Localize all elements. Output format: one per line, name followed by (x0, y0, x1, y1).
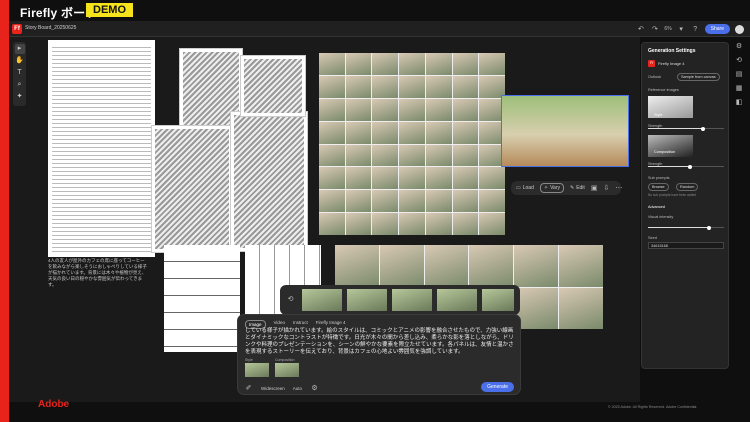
reference-label: Reference images (648, 88, 679, 92)
more-icon[interactable]: ⋯ (615, 184, 622, 193)
generated-thumbnail[interactable] (437, 289, 477, 311)
photo-collage[interactable] (319, 53, 505, 235)
prompt-references: Style Composition (245, 358, 299, 377)
settings-icon[interactable]: ⚙ (310, 384, 319, 393)
chevron-down-icon[interactable]: ▾ (677, 25, 686, 34)
adobe-logo: Adobe (38, 399, 70, 410)
zoom-icon[interactable]: ⌕ (15, 80, 25, 90)
random-button[interactable]: Random (676, 183, 699, 191)
assets-icon[interactable]: ▦ (736, 84, 743, 92)
hand-icon[interactable]: ✋ (15, 56, 25, 66)
outlook-label: Outlook (648, 75, 662, 79)
demo-badge: DEMO (86, 3, 133, 17)
title-bar: Firefly ボード DEMO (9, 0, 750, 20)
firefly-icon: Ff (648, 60, 655, 67)
download-icon[interactable]: ⇩ (603, 184, 609, 193)
app-toolbar: Ff Story Board_20250625 ↶ ↷ 6% ▾ ? Share (9, 21, 750, 37)
prompt-options: ✐ Widescreen Auto ⚙ (244, 384, 319, 393)
subprompts-hint: No sub prompts have been added (648, 193, 697, 197)
style-chip: Style (654, 113, 663, 117)
redo-icon[interactable]: ↷ (650, 25, 659, 34)
seed-label: Seed (648, 236, 657, 240)
advanced-label: Advanced (648, 205, 665, 209)
composition-chip: Composition (654, 150, 676, 154)
help-icon[interactable]: ? (691, 25, 700, 34)
appbar-actions: ↶ ↷ 6% ▾ ? Share (636, 24, 744, 34)
composition-strength-slider[interactable] (648, 164, 724, 169)
style-reference[interactable]: Style (245, 358, 269, 377)
manga-page[interactable] (240, 55, 306, 117)
manga-page[interactable] (151, 125, 233, 253)
generate-icon[interactable]: ✦ (15, 92, 25, 102)
generated-thumbnail[interactable] (302, 289, 342, 311)
generated-thumbnail[interactable] (392, 289, 432, 311)
image-action-toolbar: ▭ Load ✧ Vary ✎ Edit ▣ ⇩ ⋯ (511, 181, 622, 195)
prompt-box: Image Video Instruct Firefly Image 4 してい… (237, 314, 521, 395)
undo-icon[interactable]: ↶ (636, 25, 645, 34)
load-icon: ▭ (516, 185, 521, 191)
panel-title: Generation Settings (648, 48, 696, 54)
generation-settings-panel: Generation Settings Ff Firefly Image 4 Ou… (641, 42, 729, 369)
generation-history-strip: ⟲ (280, 285, 520, 315)
prompt-input[interactable]: している様子が描かれています。絵のスタイルは、コミックとアニメの影響を融合させた… (245, 328, 515, 356)
app-frame: Firefly ボード DEMO Ff Story Board_20250625… (0, 0, 750, 422)
zoom-level[interactable]: 6% (664, 26, 671, 32)
manga-page[interactable] (230, 111, 308, 252)
storyboard-sheet[interactable] (164, 245, 240, 352)
subprompts-label: Sub prompts (648, 176, 670, 180)
generate-button[interactable]: Generate (481, 382, 514, 392)
settings-icon[interactable]: ⚙ (736, 42, 742, 50)
document-title[interactable]: Story Board_20250625 (25, 25, 76, 31)
model-selector[interactable]: Ff Firefly Image 4 (648, 60, 684, 67)
aspect-ratio-select[interactable]: Widescreen (261, 386, 285, 391)
visual-intensity-slider[interactable] (648, 225, 724, 230)
text-icon[interactable]: T (15, 68, 25, 78)
aspect-mode-select[interactable]: Auto (293, 386, 302, 391)
avatar[interactable] (735, 24, 744, 34)
tool-palette: ▸ ✋ T ⌕ ✦ (13, 42, 26, 106)
text-document[interactable] (48, 40, 155, 257)
right-rail: ⚙ ⟲ ▤ ▦ ◧ (733, 42, 745, 106)
composition-reference[interactable]: Composition (275, 358, 299, 377)
copyright-text: © 2025 Adobe. All Rights Reserved. Adobe… (608, 405, 698, 409)
sample-from-canvas-button[interactable]: Sample from canvas (677, 73, 720, 81)
history-icon[interactable]: ⟲ (736, 56, 742, 64)
brush-icon[interactable]: ✐ (244, 384, 253, 393)
canvas-text-note[interactable]: 4人の友人が屋外のカフェの席に座ってコーヒーを飲みながら楽しそうにおしゃべりして… (48, 258, 148, 288)
firefly-logo-icon[interactable]: Ff (12, 24, 22, 34)
layers-icon[interactable]: ▤ (736, 70, 743, 78)
load-button[interactable]: ▭ Load (516, 185, 534, 191)
edit-button[interactable]: ✎ Edit (570, 185, 585, 191)
history-icon[interactable]: ⟲ (286, 295, 295, 304)
edit-icon: ✎ (569, 185, 575, 191)
brand-red-stripe (0, 0, 9, 422)
selected-image[interactable] (501, 95, 629, 167)
seed-input[interactable]: 34615168 (648, 242, 724, 249)
select-icon[interactable]: ▸ (14, 44, 25, 54)
panel-toggle-icon[interactable]: ◧ (736, 98, 743, 106)
vary-icon: ✧ (543, 185, 549, 191)
generated-thumbnail[interactable] (347, 289, 387, 311)
share-button[interactable]: Share (704, 24, 730, 34)
visual-intensity-label: Visual intensity (648, 215, 674, 219)
vary-button[interactable]: ✧ Vary (539, 183, 564, 193)
generated-thumbnail[interactable] (482, 289, 514, 311)
layers-icon[interactable]: ▣ (591, 184, 598, 193)
strength-slider[interactable] (648, 126, 724, 131)
browse-button[interactable]: Browse (648, 183, 669, 191)
